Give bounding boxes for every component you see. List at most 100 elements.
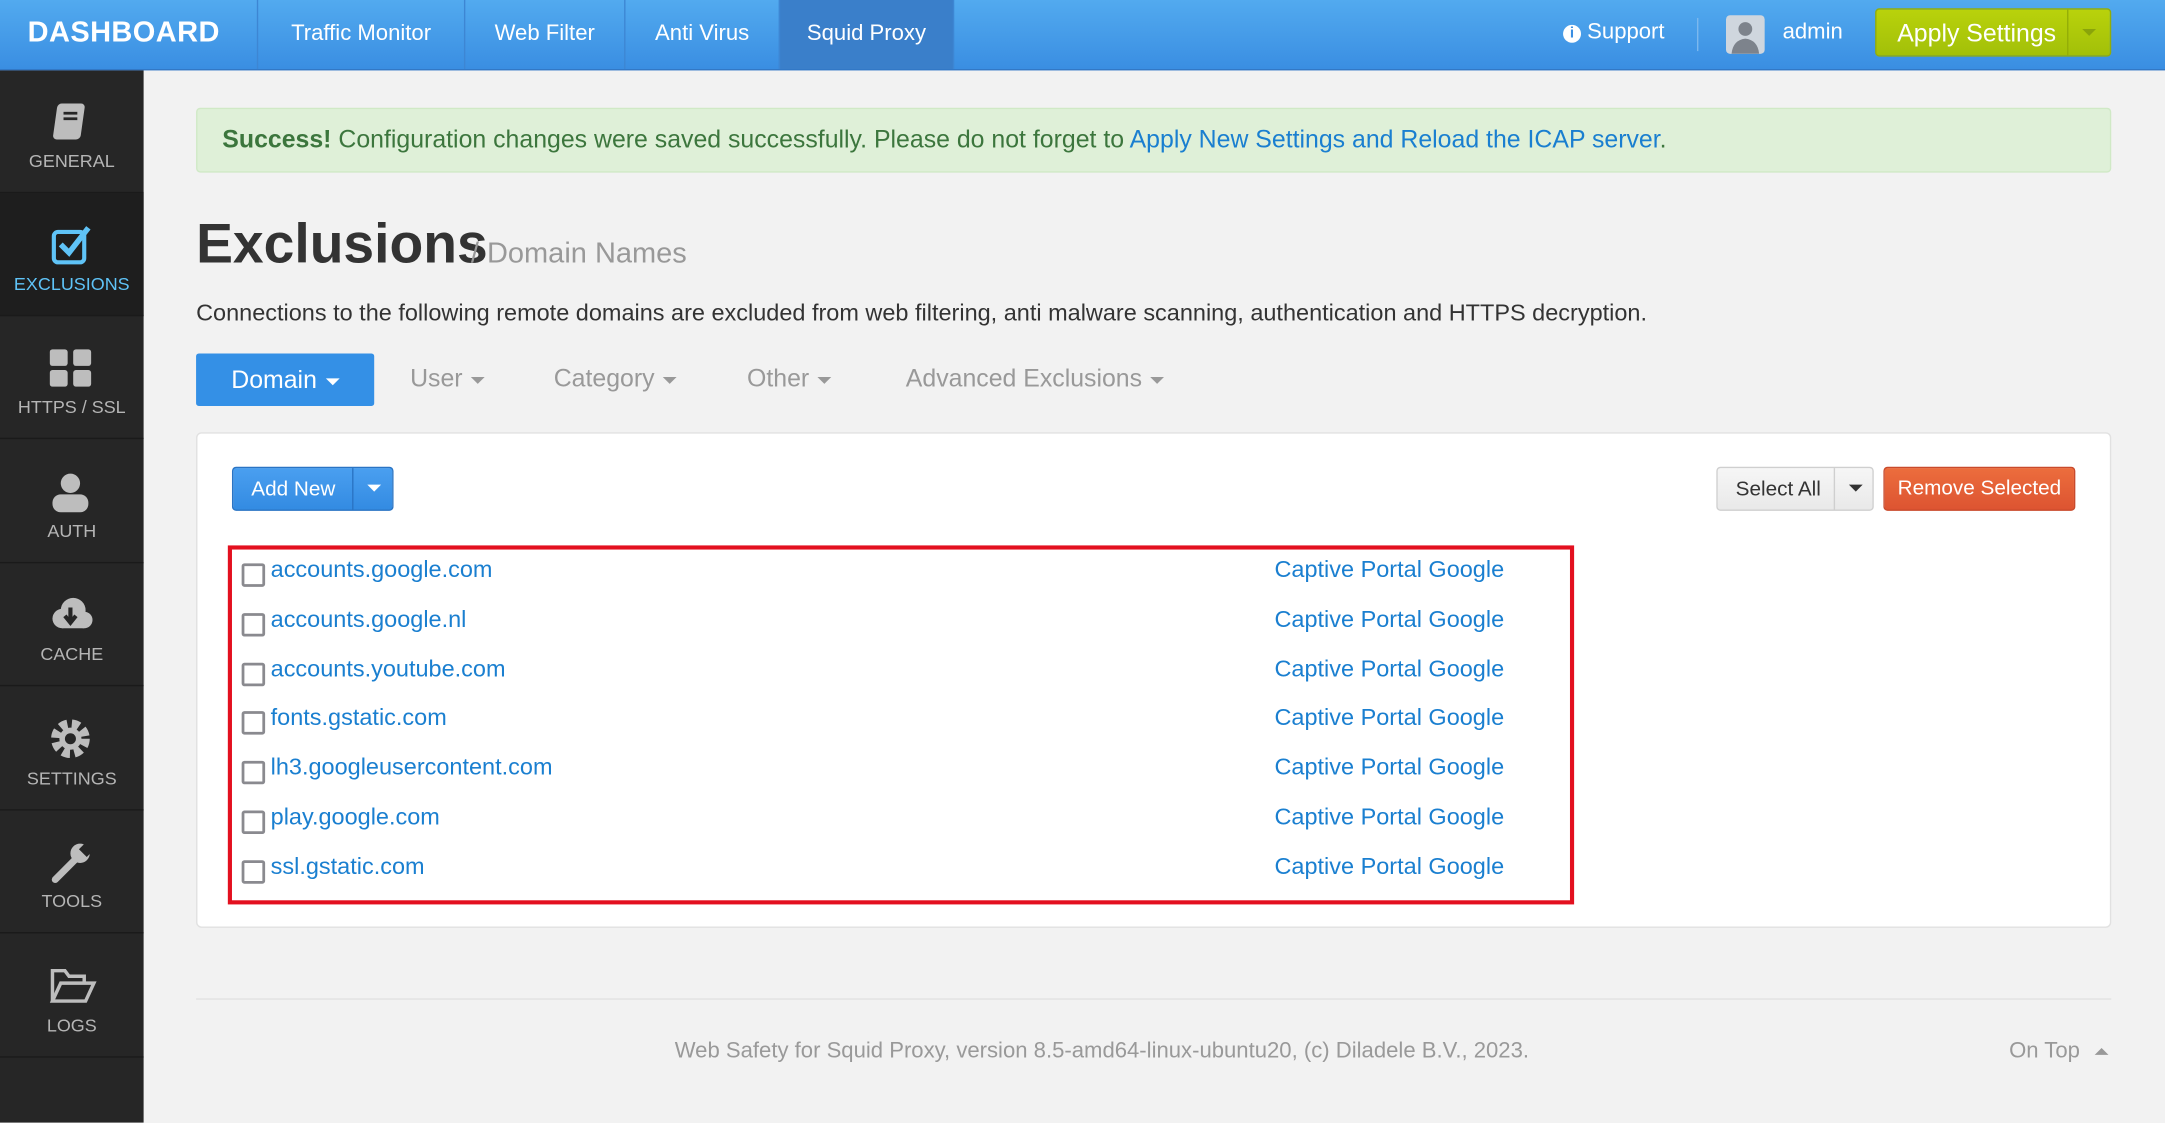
tab-other[interactable]: Other (747, 364, 832, 394)
tab-domain[interactable]: Domain (196, 353, 375, 406)
success-alert: Success! Configuration changes were save… (196, 107, 2112, 173)
add-new-button[interactable]: Add New (231, 466, 395, 511)
select-all-label: Select All (1735, 477, 1821, 502)
tab-category[interactable]: Category (554, 365, 677, 394)
page-title: Exclusions (196, 214, 488, 275)
add-new-dropdown[interactable] (352, 468, 395, 510)
nav-squid-proxy[interactable]: Squid Proxy (778, 0, 955, 70)
user-icon (52, 473, 89, 513)
comment-link[interactable]: Captive Portal Google (1274, 556, 1504, 584)
domain-link[interactable]: lh3.googleusercontent.com (271, 754, 553, 782)
sidebar-label: GENERAL (28, 150, 115, 172)
tab-label: User (410, 364, 463, 393)
info-icon: i (1563, 24, 1582, 43)
tab-label: Domain (231, 365, 317, 394)
sidebar-item-general[interactable]: GENERAL (0, 70, 144, 194)
tab-user[interactable]: User (410, 365, 485, 394)
sidebar-label: LOGS (46, 1014, 97, 1036)
add-new-label: Add New (251, 477, 336, 502)
sidebar-label: AUTH (47, 520, 97, 542)
sidebar-item-logs[interactable]: LOGS (0, 935, 144, 1058)
select-all-button[interactable]: Select All (1716, 466, 1875, 511)
footer-text: Web Safety for Squid Proxy, version 8.5-… (674, 1039, 1530, 1064)
table-row: accounts.youtube.com Captive Portal Googl… (241, 655, 1554, 696)
sidebar-item-exclusions[interactable]: EXCLUSIONS (0, 193, 144, 317)
sidebar-label: SETTINGS (26, 767, 117, 789)
sidebar: GENERAL EXCLUSIONS HTTPS / SSL AUTH CACH… (0, 70, 144, 1123)
caret-down-icon (367, 485, 382, 492)
sidebar-item-settings[interactable]: SETTINGS (0, 688, 144, 811)
row-checkbox[interactable] (241, 612, 266, 637)
sidebar-label: TOOLS (41, 890, 103, 912)
tab-label: Other (747, 364, 810, 393)
on-top-label: On Top (2009, 1039, 2080, 1064)
support-link[interactable]: i Support (1563, 20, 1665, 46)
page-subtitle: / Domain Names (470, 237, 687, 270)
domain-link[interactable]: fonts.gstatic.com (271, 705, 447, 733)
table-row: lh3.googleusercontent.com Captive Portal … (241, 754, 1554, 795)
cloud-download-icon (52, 597, 93, 629)
remove-selected-button[interactable]: Remove Selected (1883, 466, 2076, 511)
table-row: accounts.google.nl Captive Portal Google (241, 606, 1554, 647)
caret-down-icon (662, 376, 677, 384)
alert-end: . (1659, 125, 1667, 154)
on-top-link[interactable]: On Top (2009, 1039, 2109, 1065)
comment-link[interactable]: Captive Portal Google (1274, 705, 1504, 733)
row-checkbox[interactable] (241, 761, 266, 785)
chevron-down-icon (2082, 28, 2097, 36)
comment-link[interactable]: Captive Portal Google (1274, 655, 1504, 683)
user-avatar-icon[interactable] (1726, 15, 1765, 54)
nav-anti-virus[interactable]: Anti Virus (624, 0, 779, 70)
table-row: ssl.gstatic.com Captive Portal Google (241, 853, 1554, 894)
apply-settings-button[interactable]: Apply Settings (1875, 8, 2113, 57)
user-menu[interactable]: admin (1783, 21, 1843, 46)
grid-icon (49, 349, 92, 387)
divider (1697, 17, 1699, 52)
page-description: Connections to the following remote doma… (196, 299, 1647, 326)
apply-settings-link[interactable]: Apply New Settings and Reload the ICAP s… (1130, 126, 1660, 154)
sidebar-label: EXCLUSIONS (13, 273, 130, 295)
folder-open-icon (49, 968, 97, 1003)
sidebar-item-cache[interactable]: CACHE (0, 563, 144, 687)
brand-dashboard-link[interactable]: DASHBOARD (28, 17, 220, 50)
tab-label: Category (553, 364, 655, 393)
app: DASHBOARD Traffic Monitor Web Filter Ant… (0, 0, 2165, 1123)
row-checkbox[interactable] (241, 711, 266, 736)
caret-down-icon (325, 377, 340, 385)
row-checkbox[interactable] (241, 563, 266, 587)
tab-label: Advanced Exclusions (905, 364, 1143, 393)
table-row: fonts.gstatic.com Captive Portal Google (241, 705, 1554, 746)
sidebar-item-https-ssl[interactable]: HTTPS / SSL (0, 316, 144, 440)
table-row: accounts.google.com Captive Portal Google (241, 556, 1554, 597)
sidebar-item-auth[interactable]: AUTH (0, 440, 144, 564)
nav-traffic-monitor[interactable]: Traffic Monitor (256, 0, 464, 70)
domain-link[interactable]: accounts.youtube.com (271, 655, 506, 683)
domain-link[interactable]: ssl.gstatic.com (271, 853, 425, 881)
caret-up-icon (2094, 1048, 2109, 1056)
wrench-icon (51, 843, 93, 884)
row-checkbox[interactable] (241, 662, 266, 686)
sidebar-label: CACHE (40, 643, 104, 665)
caret-down-icon (1848, 485, 1863, 492)
caret-down-icon (1150, 376, 1165, 384)
domain-link[interactable]: accounts.google.com (271, 556, 493, 584)
row-checkbox[interactable] (241, 859, 266, 884)
support-label: Support (1587, 20, 1665, 45)
comment-link[interactable]: Captive Portal Google (1274, 853, 1504, 881)
select-all-dropdown[interactable] (1833, 468, 1875, 510)
sidebar-item-tools[interactable]: TOOLS (0, 811, 144, 934)
comment-link[interactable]: Captive Portal Google (1274, 754, 1504, 782)
comment-link[interactable]: Captive Portal Google (1274, 606, 1504, 634)
apply-settings-dropdown[interactable] (2067, 9, 2113, 56)
tab-advanced-exclusions[interactable]: Advanced Exclusions (905, 364, 1165, 394)
top-navbar: DASHBOARD Traffic Monitor Web Filter Ant… (0, 0, 2165, 71)
domain-link[interactable]: play.google.com (271, 804, 440, 832)
checkbox-checked-icon (51, 226, 91, 265)
comment-link[interactable]: Captive Portal Google (1274, 804, 1504, 832)
gear-icon (51, 719, 90, 759)
table-row: play.google.com Captive Portal Google (241, 804, 1554, 845)
domain-link[interactable]: accounts.google.nl (271, 606, 467, 634)
alert-strong: Success! (222, 125, 332, 154)
row-checkbox[interactable] (241, 810, 266, 835)
nav-web-filter[interactable]: Web Filter (463, 0, 624, 70)
